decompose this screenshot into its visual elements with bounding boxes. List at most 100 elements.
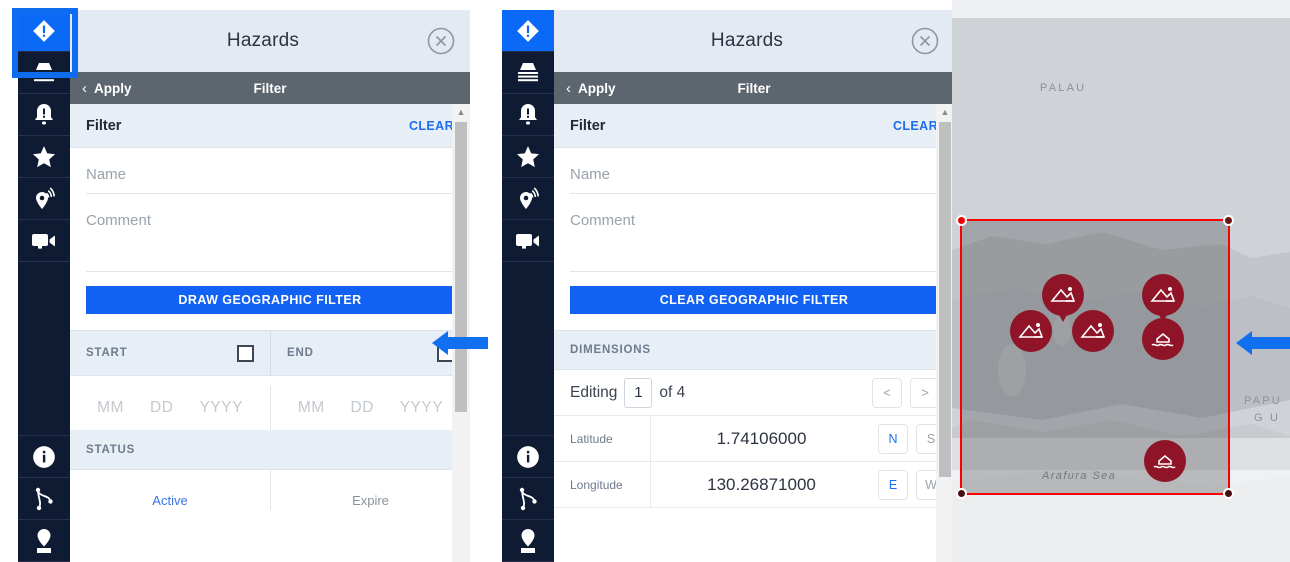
annotation-arrow-map-selection xyxy=(1236,326,1290,360)
filter-section-header-2: Filter CLEAR xyxy=(554,104,954,148)
start-cell[interactable]: START xyxy=(70,331,270,375)
route-path-icon xyxy=(31,486,57,512)
hazard-marker-flood[interactable] xyxy=(1142,318,1184,360)
filter-section-label-2: Filter xyxy=(570,117,606,134)
draw-geographic-filter-button[interactable]: DRAW GEOGRAPHIC FILTER xyxy=(86,286,454,314)
rail-item-place-2[interactable] xyxy=(502,520,554,562)
screenshot-stage: Hazards ‹ Apply Filter Filter CLEAR Name… xyxy=(0,0,1290,562)
close-circle-icon[interactable] xyxy=(910,26,940,56)
location-beacon-icon xyxy=(515,186,541,212)
rail-item-video-2[interactable] xyxy=(502,220,554,262)
rail-item-favorites-2[interactable] xyxy=(502,136,554,178)
end-yyyy-input[interactable]: YYYY xyxy=(400,399,443,417)
selection-handle-bottom-right[interactable] xyxy=(1223,488,1234,499)
name-field-2[interactable]: Name xyxy=(570,148,938,194)
geographic-filter-selection-rect[interactable] xyxy=(956,215,1234,499)
editing-suffix: of 4 xyxy=(659,383,686,401)
scrollbar-thumb[interactable] xyxy=(455,122,467,412)
scrollbar-thumb[interactable] xyxy=(939,122,951,477)
rail-item-alerts-2[interactable] xyxy=(502,94,554,136)
layers-stack-icon xyxy=(515,61,541,85)
close-circle-icon[interactable] xyxy=(426,26,456,56)
annotation-arrow-draw-button xyxy=(432,326,488,360)
apply-label-2: Apply xyxy=(578,80,616,96)
hazard-marker-landslide[interactable] xyxy=(1072,310,1114,352)
clear-button[interactable]: CLEAR xyxy=(409,119,454,133)
start-yyyy-input[interactable]: YYYY xyxy=(200,399,243,417)
rail-item-route[interactable] xyxy=(18,478,70,520)
selection-handle-top-right[interactable] xyxy=(1223,215,1234,226)
start-mm-input[interactable]: MM xyxy=(97,399,124,417)
start-checkbox[interactable] xyxy=(237,344,254,362)
video-camera-icon xyxy=(30,230,58,252)
rail-item-beacon[interactable] xyxy=(18,178,70,220)
rail-item-video[interactable] xyxy=(18,220,70,262)
chevron-left-icon: ‹ xyxy=(566,79,571,97)
hazards-panel-left: Hazards ‹ Apply Filter Filter CLEAR Name… xyxy=(18,10,470,562)
panel-titlebar-left: Hazards xyxy=(70,10,470,72)
filter-section-header: Filter CLEAR xyxy=(70,104,470,148)
filter-scroll-area-right[interactable]: Filter CLEAR Name Comment CLEAR GEOGRAPH… xyxy=(554,104,954,562)
rail-spacer-2 xyxy=(502,262,554,436)
hazard-marker-flood[interactable] xyxy=(1144,440,1186,482)
clear-button-2[interactable]: CLEAR xyxy=(893,119,938,133)
landslide-icon xyxy=(1080,323,1106,338)
selection-handle-bottom-left[interactable] xyxy=(956,488,967,499)
route-path-icon xyxy=(515,486,541,512)
apply-back-button[interactable]: ‹ Apply xyxy=(70,80,132,97)
filter-scroll-area-left[interactable]: Filter CLEAR Name Comment DRAW GEOGRAPHI… xyxy=(70,104,470,562)
editing-index-input[interactable]: 1 xyxy=(624,377,653,408)
start-label: START xyxy=(86,347,128,359)
hazard-marker-landslide[interactable] xyxy=(1010,310,1052,352)
name-field[interactable]: Name xyxy=(86,148,454,194)
latitude-label: Latitude xyxy=(570,431,613,446)
status-label: STATUS xyxy=(86,443,136,456)
rail-item-layers-2[interactable] xyxy=(502,52,554,94)
status-tab-expire[interactable]: Expire xyxy=(270,470,470,510)
page-title: Hazards xyxy=(226,30,300,51)
hazard-marker-landslide[interactable] xyxy=(1142,274,1184,322)
apply-back-button-2[interactable]: ‹ Apply xyxy=(554,80,616,97)
end-dd-input[interactable]: DD xyxy=(351,399,374,417)
end-mm-input[interactable]: MM xyxy=(298,399,325,417)
clear-geographic-filter-button[interactable]: CLEAR GEOGRAPHIC FILTER xyxy=(570,286,938,314)
selection-handle-top-left[interactable] xyxy=(956,215,967,226)
prev-vertex-button[interactable]: < xyxy=(872,377,902,408)
start-dd-input[interactable]: DD xyxy=(150,399,173,417)
info-circle-icon xyxy=(31,444,57,470)
name-placeholder-2: Name xyxy=(570,166,611,183)
map-view[interactable]: PALAU Arafura Sea PAPU G U xyxy=(952,0,1290,562)
rail-item-alerts[interactable] xyxy=(18,94,70,136)
latitude-north-button[interactable]: N xyxy=(878,423,908,454)
map-pin-icon xyxy=(516,528,540,554)
comment-field-2[interactable]: Comment xyxy=(570,194,938,272)
landslide-icon xyxy=(1018,323,1044,338)
rail-item-place[interactable] xyxy=(18,520,70,562)
landslide-icon xyxy=(1050,287,1076,302)
latitude-value[interactable]: 1.74106000 xyxy=(650,416,872,461)
longitude-east-button[interactable]: E xyxy=(878,469,908,500)
rail-item-beacon-2[interactable] xyxy=(502,178,554,220)
status-tab-active[interactable]: Active xyxy=(70,470,270,510)
dimensions-label: DIMENSIONS xyxy=(570,344,651,356)
longitude-row: Longitude 130.26871000 E W xyxy=(554,462,954,508)
start-date-inputs[interactable]: MM DD YYYY xyxy=(70,386,270,430)
rail-item-hazard-diamond-2[interactable] xyxy=(502,10,554,52)
comment-placeholder-2: Comment xyxy=(570,212,636,229)
longitude-label: Longitude xyxy=(570,477,623,492)
longitude-value[interactable]: 130.26871000 xyxy=(650,462,872,507)
panel-titlebar-right: Hazards xyxy=(554,10,954,72)
left-icon-rail-1 xyxy=(18,10,70,562)
end-date-inputs[interactable]: MM DD YYYY xyxy=(270,386,470,430)
comment-field[interactable]: Comment xyxy=(86,194,454,272)
hazard-marker-landslide[interactable] xyxy=(1042,274,1084,322)
scroll-up-arrow-icon[interactable]: ▲ xyxy=(452,104,470,120)
rail-item-route-2[interactable] xyxy=(502,478,554,520)
info-circle-icon xyxy=(515,444,541,470)
rail-item-favorites[interactable] xyxy=(18,136,70,178)
rail-item-info[interactable] xyxy=(18,436,70,478)
apply-label: Apply xyxy=(94,80,132,96)
marker-pin-tip xyxy=(1059,315,1067,322)
rail-item-info-2[interactable] xyxy=(502,436,554,478)
chevron-left-icon: ‹ xyxy=(82,79,87,97)
